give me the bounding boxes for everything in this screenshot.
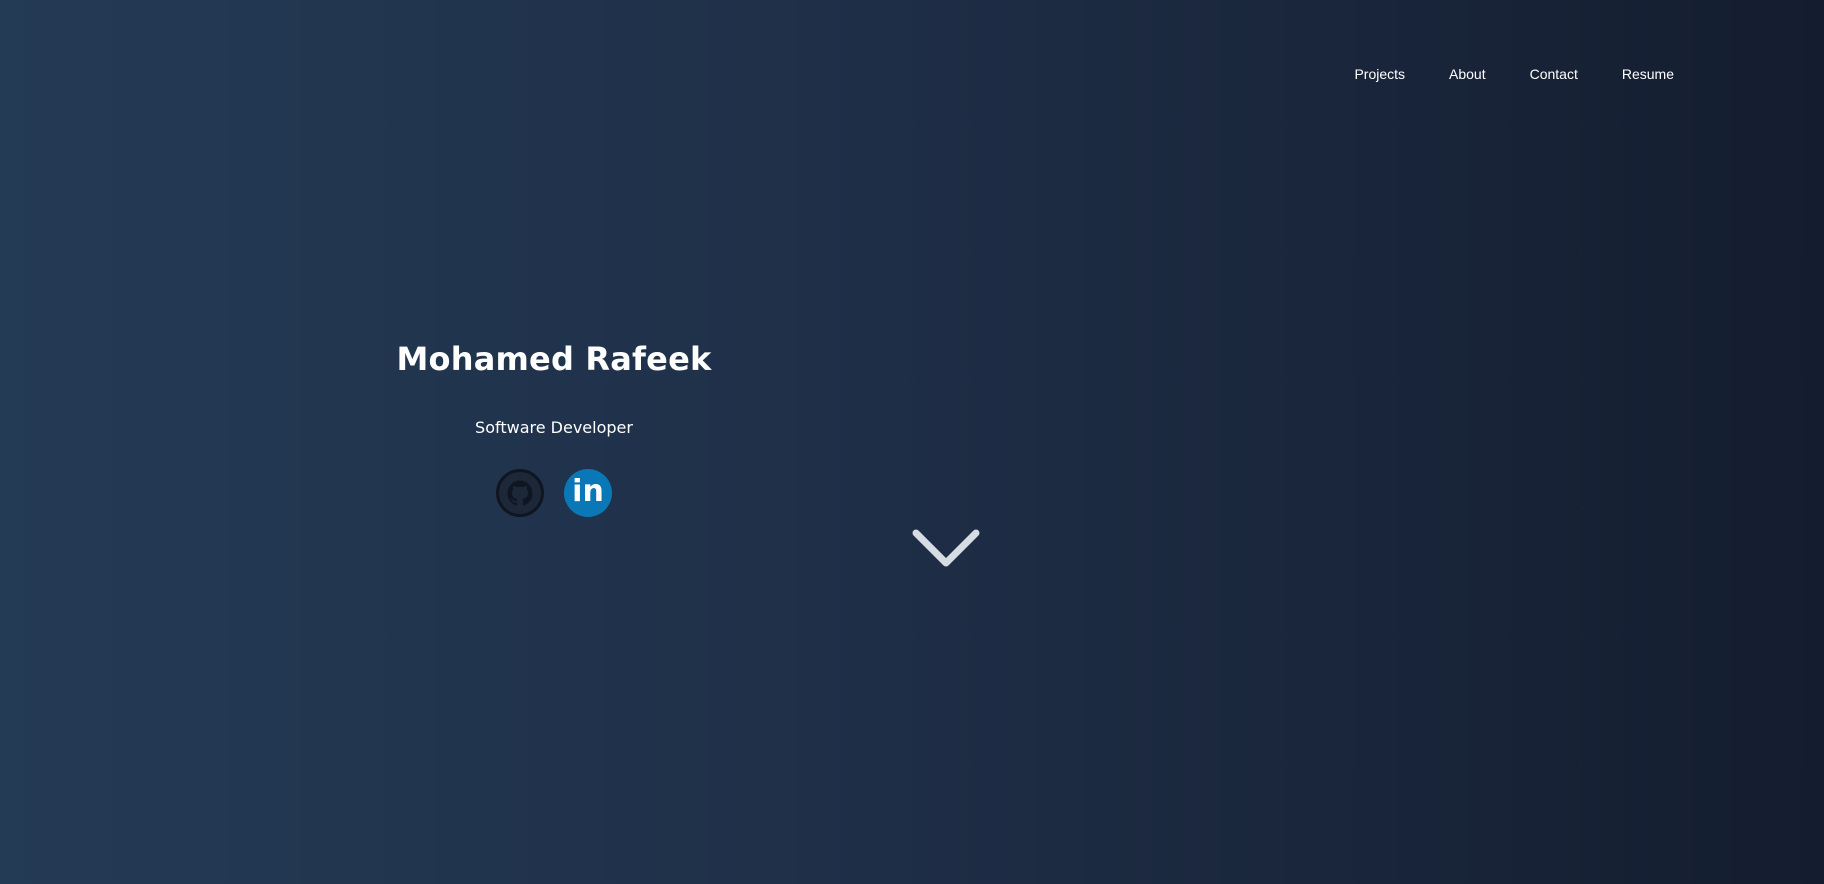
nav-link-projects[interactable]: Projects — [1354, 66, 1405, 82]
hero-section: Mohamed Rafeek Software Developer in — [354, 340, 754, 517]
hero-subtitle: Software Developer — [475, 418, 633, 437]
chevron-down-icon[interactable] — [912, 529, 980, 571]
nav-link-resume[interactable]: Resume — [1622, 66, 1674, 82]
linkedin-icon: in — [572, 474, 604, 509]
nav-link-about[interactable]: About — [1449, 66, 1486, 82]
social-links: in — [354, 469, 754, 517]
top-navigation: Projects About Contact Resume — [1354, 66, 1674, 82]
linkedin-link[interactable]: in — [564, 469, 612, 517]
github-icon — [507, 480, 533, 506]
github-link[interactable] — [496, 469, 544, 517]
nav-link-contact[interactable]: Contact — [1530, 66, 1578, 82]
hero-name: Mohamed Rafeek — [396, 340, 712, 378]
